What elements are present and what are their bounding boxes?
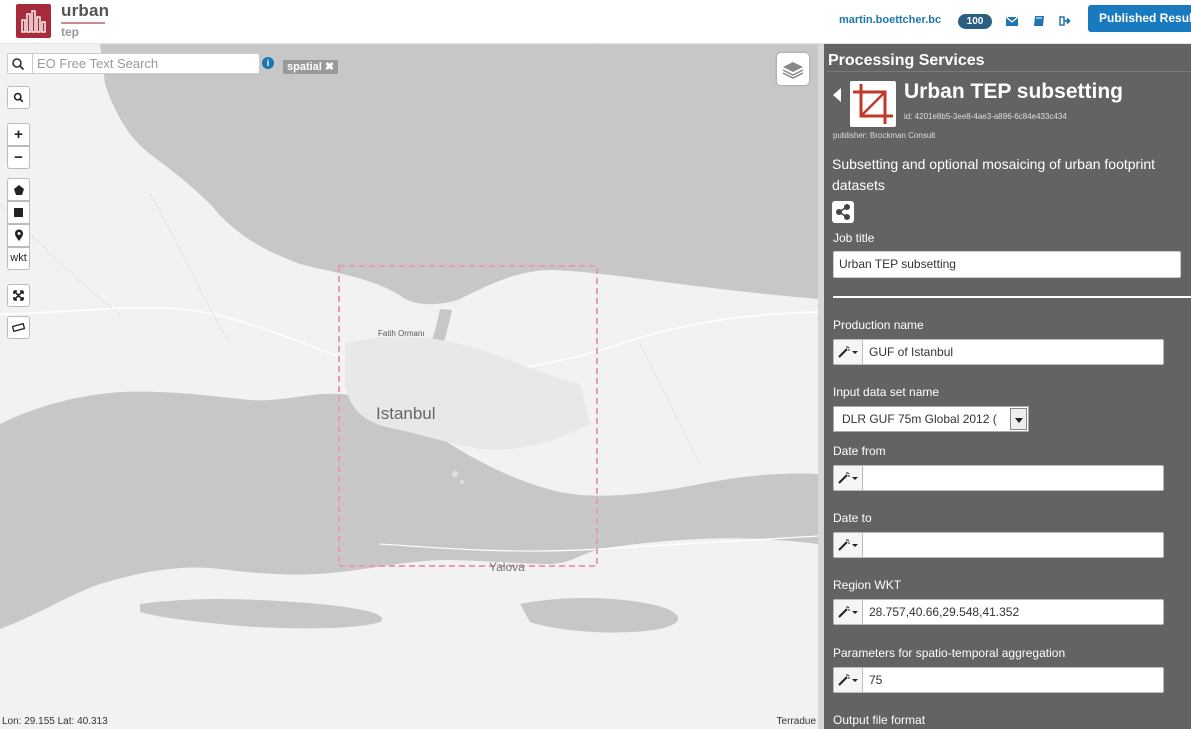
map-marker-icon — [14, 229, 23, 241]
production-name-value[interactable]: GUF of Istanbul — [869, 340, 953, 364]
input-dataset-label: Input data set name — [833, 385, 940, 399]
zoom-out-button[interactable]: − — [7, 146, 30, 169]
date-to-label: Date to — [833, 511, 872, 525]
share-icon — [836, 204, 850, 220]
map-canvas[interactable] — [0, 44, 818, 729]
aggregation-label: Parameters for spatio-temporal aggregati… — [833, 646, 1066, 660]
cursor-coordinates: Lon: 29.155 Lat: 40.313 — [2, 716, 108, 727]
aggregation-field[interactable]: 75 — [833, 667, 1164, 693]
logo-wordmark: urban tep — [61, 1, 109, 39]
magic-wand-dropdown[interactable] — [834, 466, 863, 490]
info-icon[interactable]: i — [262, 57, 274, 69]
expand-icon — [13, 290, 24, 301]
published-results-button[interactable]: Published Results — [1088, 5, 1191, 32]
envelope-icon[interactable] — [1005, 14, 1019, 28]
service-description: Subsetting and optional mosaicing of urb… — [832, 156, 1155, 193]
section-separator — [833, 296, 1191, 298]
fullscreen-button[interactable] — [7, 284, 30, 307]
service-id: id: 4201e8b5-3ee8-4ae3-a896-6c84e433c434 — [904, 112, 1067, 121]
zoom-in-button[interactable]: + — [7, 123, 30, 146]
region-wkt-label: Region WKT — [833, 578, 902, 592]
processing-services-panel: Processing Services Urban TEP subsetting… — [824, 44, 1191, 729]
search-input[interactable] — [37, 55, 257, 72]
date-to-field[interactable] — [833, 532, 1164, 558]
service-name: Urban TEP subsetting — [904, 80, 1123, 103]
date-from-field[interactable] — [833, 465, 1164, 491]
magic-wand-icon — [838, 472, 858, 484]
polygon-icon — [13, 185, 24, 195]
magic-wand-dropdown[interactable] — [834, 340, 863, 364]
layers-button[interactable] — [777, 53, 809, 85]
magic-wand-dropdown[interactable] — [834, 668, 863, 692]
magic-wand-icon — [838, 606, 858, 618]
input-dataset-select[interactable]: DLR GUF 75m Global 2012 ( — [833, 406, 1029, 432]
logo-line-urban: urban — [61, 1, 110, 20]
crop-icon — [850, 81, 896, 127]
magic-wand-icon — [838, 539, 858, 551]
map-label-yalova: Yalova — [489, 560, 525, 574]
search-box[interactable] — [7, 53, 260, 74]
search-icon[interactable] — [11, 57, 25, 71]
map-label-istanbul: Istanbul — [376, 404, 436, 423]
magic-wand-dropdown[interactable] — [834, 533, 863, 557]
map-view[interactable]: i spatial ✖ + − wkt Fatih Ormanı Ista — [0, 44, 818, 729]
job-title-label: Job title — [833, 231, 875, 245]
map-top-handle[interactable] — [597, 44, 641, 48]
logo-underline — [61, 22, 105, 24]
measure-button[interactable] — [7, 316, 30, 339]
draw-point-button[interactable] — [7, 224, 30, 247]
magnifier-icon — [13, 92, 24, 103]
map-label-fatih: Fatih Ormanı — [378, 329, 425, 338]
credits-badge: 100 — [958, 14, 992, 29]
job-title-input[interactable]: Urban TEP subsetting — [833, 251, 1181, 278]
username-link[interactable]: martin.boettcher.bc — [839, 14, 941, 26]
sign-out-icon[interactable] — [1058, 14, 1072, 28]
chevron-down-icon[interactable] — [1010, 408, 1027, 430]
input-dataset-value: DLR GUF 75m Global 2012 ( — [842, 412, 997, 426]
map-attribution[interactable]: Terradue — [777, 716, 816, 727]
draw-rectangle-button[interactable] — [7, 201, 30, 224]
panel-title-rule — [827, 71, 1191, 72]
urban-tep-logo-icon[interactable] — [16, 4, 51, 38]
search-separator — [32, 54, 33, 73]
production-name-label: Production name — [833, 318, 924, 332]
close-icon[interactable]: ✖ — [325, 61, 334, 73]
date-from-label: Date from — [833, 444, 886, 458]
map-search-tool[interactable] — [7, 86, 30, 109]
magic-wand-icon — [838, 674, 858, 686]
magic-wand-icon — [838, 346, 858, 358]
region-wkt-value[interactable]: 28.757,40.66,29.548,41.352 — [869, 600, 1019, 624]
magic-wand-dropdown[interactable] — [834, 600, 863, 624]
back-arrow-icon[interactable] — [833, 88, 841, 102]
service-publisher: publisher: Brockman Consult — [833, 131, 936, 140]
ruler-icon — [11, 322, 26, 333]
output-format-label: Output file format — [833, 713, 926, 727]
spatial-filter-label: spatial — [287, 61, 322, 73]
wkt-button[interactable]: wkt — [7, 247, 30, 270]
share-button[interactable] — [832, 201, 854, 223]
book-icon[interactable] — [1032, 14, 1046, 28]
production-name-field[interactable]: GUF of Istanbul — [833, 339, 1164, 365]
aggregation-value[interactable]: 75 — [869, 668, 882, 692]
logo-line-tep: tep — [61, 25, 79, 39]
draw-polygon-button[interactable] — [7, 178, 30, 201]
spatial-filter-tag[interactable]: spatial ✖ — [283, 60, 339, 74]
panel-title: Processing Services — [828, 52, 985, 69]
square-icon — [14, 208, 23, 217]
region-wkt-field[interactable]: 28.757,40.66,29.548,41.352 — [833, 599, 1164, 625]
top-header: urban tep martin.boettcher.bc 100 Publis… — [0, 0, 1191, 44]
layers-icon — [782, 62, 804, 79]
